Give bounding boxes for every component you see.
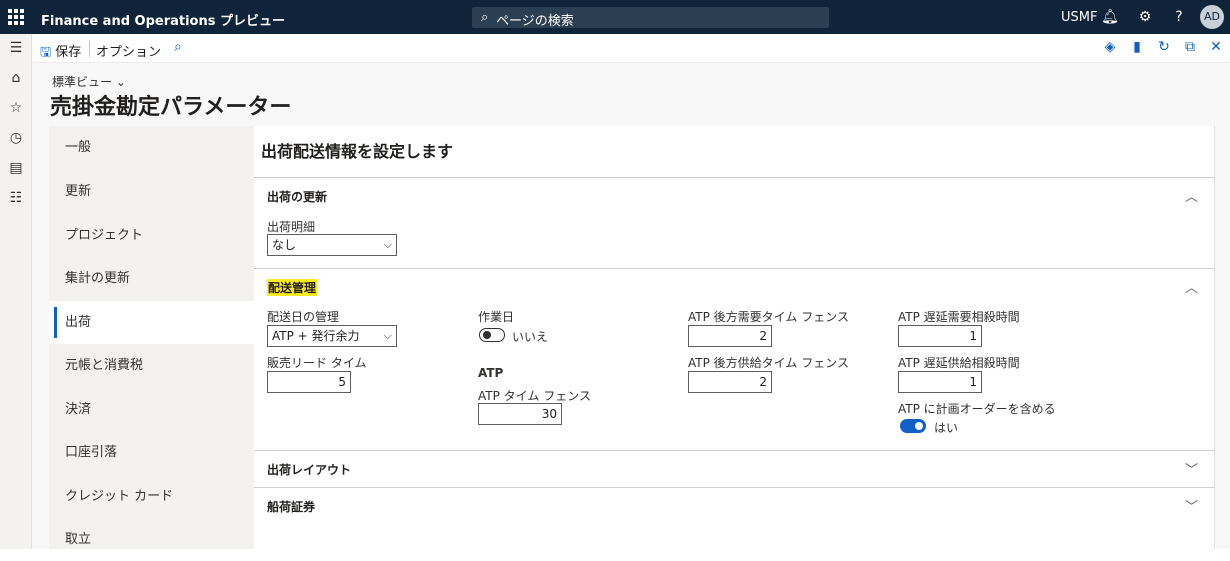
page-title: 売掛金勘定パラメーター — [50, 95, 292, 120]
delivery-date-control-select[interactable]: ATP + 発行余力 ⌵ — [267, 325, 397, 347]
section-label: 出荷の更新 — [267, 190, 328, 204]
power-apps-icon[interactable]: ◈ — [1102, 39, 1118, 57]
chevron-down-icon: ﹀ — [1185, 463, 1199, 478]
sales-lead-time-input[interactable]: 5 — [267, 371, 351, 393]
hamburger-menu-icon[interactable]: ☰ — [7, 39, 25, 57]
top-bar: Finance and Operations プレビュー ⌕ ページの検索 US… — [0, 0, 1230, 34]
section-shipment-layout[interactable]: 出荷レイアウト ﹀ — [254, 450, 1215, 486]
search-icon: ⌕ — [481, 10, 489, 25]
view-selector[interactable]: 標準ビュー ⌄ — [52, 73, 126, 90]
gear-icon[interactable]: ⚙ — [1136, 8, 1154, 26]
tab-collections[interactable]: 取立 — [49, 518, 254, 561]
content-area: 標準ビュー ⌄ 売掛金勘定パラメーター 一般 更新 プロジェクト 集計の更新 出… — [32, 63, 1230, 549]
section-bill-of-lading[interactable]: 船荷証券 ﹀ — [254, 487, 1215, 523]
chevron-down-icon: ⌵ — [383, 238, 392, 251]
working-days-toggle[interactable] — [479, 328, 505, 342]
delivery-date-control-value: ATP + 発行余力 — [272, 329, 360, 343]
tab-ledger-and-tax[interactable]: 元帳と消費税 — [49, 344, 254, 387]
chevron-down-icon: ⌵ — [383, 329, 392, 342]
sales-lead-time-label: 販売リード タイム — [267, 356, 367, 370]
avatar[interactable]: AD — [1200, 5, 1224, 29]
save-icon: 🖫 — [40, 45, 52, 60]
packing-slip-label: 出荷明細 — [267, 220, 316, 234]
help-icon[interactable]: ? — [1170, 8, 1188, 26]
shipments-panel: 出荷配送情報を設定します 出荷の更新 ︿ 出荷明細 なし ⌵ 配送管理 ︿ 配送… — [254, 126, 1215, 549]
options-tab[interactable]: オプション — [96, 41, 161, 60]
search-input[interactable]: ⌕ ページの検索 — [472, 7, 829, 29]
bell-icon[interactable]: 🔔︎ — [1101, 8, 1119, 26]
tab-direct-debit[interactable]: 口座引落 — [49, 431, 254, 474]
atp-delayed-supply-label: ATP 遅延供給相殺時間 — [898, 356, 1020, 370]
atp-include-planned-label: ATP に計画オーダーを含める — [898, 402, 1056, 416]
recent-clock-icon[interactable]: ◷ — [7, 129, 25, 147]
section-label: 船荷証券 — [267, 500, 316, 514]
modules-list-icon[interactable]: ☷ — [7, 189, 25, 207]
workspaces-icon[interactable]: ▤ — [7, 159, 25, 177]
vertical-tabs: 一般 更新 プロジェクト 集計の更新 出荷 元帳と消費税 決済 口座引落 クレジ… — [49, 126, 254, 549]
tab-general[interactable]: 一般 — [49, 126, 254, 169]
panel-title: 出荷配送情報を設定します — [261, 142, 454, 161]
search-placeholder: ページの検索 — [496, 14, 574, 29]
atp-delayed-supply-input[interactable]: 1 — [898, 371, 982, 393]
atp-delayed-demand-input[interactable]: 1 — [898, 325, 982, 347]
view-selector-label: 標準ビュー — [52, 75, 113, 89]
packing-slip-value: なし — [272, 238, 297, 252]
packing-slip-select[interactable]: なし ⌵ — [267, 234, 397, 256]
app-launcher-icon[interactable] — [8, 9, 24, 25]
action-bar-divider — [89, 41, 90, 57]
atp-time-fence-label: ATP タイム フェンス — [478, 389, 591, 403]
tab-shipments[interactable]: 出荷 — [49, 301, 254, 344]
left-navigation: ☰ ⌂ ☆ ◷ ▤ ☷ — [0, 34, 32, 549]
atp-backward-supply-input[interactable]: 2 — [688, 371, 772, 393]
section-label: 配送管理 — [267, 279, 318, 296]
atp-backward-demand-input[interactable]: 2 — [688, 325, 772, 347]
atp-delayed-demand-label: ATP 遅延需要相殺時間 — [898, 310, 1020, 324]
working-days-label: 作業日 — [478, 310, 515, 324]
find-icon[interactable]: ⌕ — [174, 39, 182, 55]
close-icon[interactable]: ✕ — [1208, 39, 1224, 57]
refresh-icon[interactable]: ↻ — [1156, 39, 1172, 57]
action-bar: 🖫 保存 オプション ⌕ ◈ ▮ ↻ ⧉ ✕ — [32, 34, 1230, 63]
tab-updates[interactable]: 更新 — [49, 170, 254, 213]
chevron-up-icon: ︿ — [1185, 281, 1199, 296]
tab-settlement[interactable]: 決済 — [49, 388, 254, 431]
office-icon[interactable]: ▮ — [1129, 39, 1145, 57]
section-label: 出荷レイアウト — [267, 463, 352, 477]
save-button[interactable]: 🖫 保存 — [40, 41, 81, 65]
home-icon[interactable]: ⌂ — [7, 69, 25, 87]
tab-summary-update[interactable]: 集計の更新 — [49, 257, 254, 300]
chevron-up-icon: ︿ — [1185, 190, 1199, 205]
chevron-down-icon: ﹀ — [1185, 500, 1199, 515]
favorites-star-icon[interactable]: ☆ — [7, 99, 25, 117]
chevron-down-icon: ⌄ — [115, 75, 126, 89]
atp-time-fence-input[interactable]: 30 — [478, 403, 562, 425]
section-shipment-update[interactable]: 出荷の更新 ︿ — [254, 177, 1215, 213]
working-days-value: いいえ — [512, 330, 549, 344]
company-picker[interactable]: USMF — [1061, 10, 1097, 25]
atp-group-heading: ATP — [478, 366, 504, 380]
open-new-window-icon[interactable]: ⧉ — [1182, 39, 1198, 57]
save-label: 保存 — [55, 45, 82, 60]
delivery-date-control-label: 配送日の管理 — [267, 310, 340, 324]
tab-project[interactable]: プロジェクト — [49, 214, 254, 257]
atp-backward-demand-label: ATP 後方需要タイム フェンス — [688, 310, 849, 324]
app-name[interactable]: Finance and Operations プレビュー — [41, 10, 285, 29]
tab-credit-card[interactable]: クレジット カード — [49, 475, 254, 518]
atp-include-planned-value: はい — [934, 421, 959, 435]
atp-include-planned-toggle[interactable] — [900, 419, 926, 433]
atp-backward-supply-label: ATP 後方供給タイム フェンス — [688, 356, 849, 370]
section-delivery-management[interactable]: 配送管理 ︿ — [254, 268, 1215, 304]
